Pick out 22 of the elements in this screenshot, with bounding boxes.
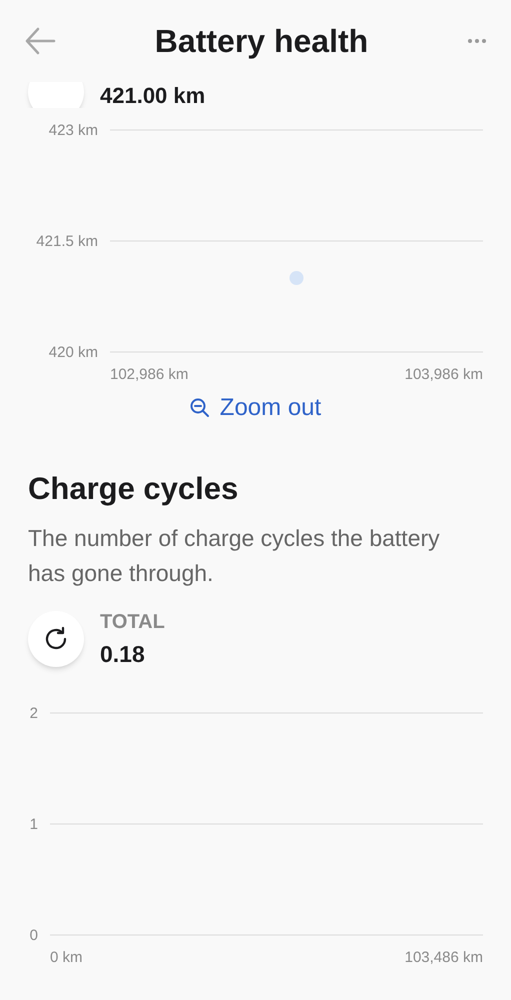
axis-label: 420 km bbox=[48, 344, 98, 361]
more-icon[interactable] bbox=[466, 38, 487, 44]
zoom-out-icon bbox=[190, 398, 210, 418]
axis-label: 421.5 km bbox=[36, 233, 98, 250]
data-point bbox=[290, 271, 304, 285]
axis-label: 103,986 km bbox=[404, 366, 483, 383]
back-arrow-icon[interactable] bbox=[24, 27, 56, 55]
axis-label: 2 bbox=[30, 705, 38, 722]
total-value: 0.18 bbox=[100, 640, 146, 668]
total-label: TOTAL bbox=[100, 610, 165, 634]
zoom-out-button[interactable]: Zoom out bbox=[190, 390, 322, 426]
axis-label: 102,986 km bbox=[110, 366, 188, 383]
section-description: The number of charge cycles the battery has gone through. bbox=[28, 524, 441, 588]
section-title: Charge cycles bbox=[28, 470, 240, 508]
page-title: Battery health bbox=[154, 22, 368, 61]
refresh-icon bbox=[28, 610, 84, 667]
axis-label: 0 bbox=[30, 927, 38, 944]
axis-label: 1 bbox=[30, 816, 38, 833]
range-value: 421.00 km bbox=[100, 84, 206, 108]
axis-label: 423 km bbox=[48, 122, 98, 139]
axis-label: 103,486 km bbox=[404, 949, 483, 966]
axis-label: 0 km bbox=[50, 949, 83, 966]
